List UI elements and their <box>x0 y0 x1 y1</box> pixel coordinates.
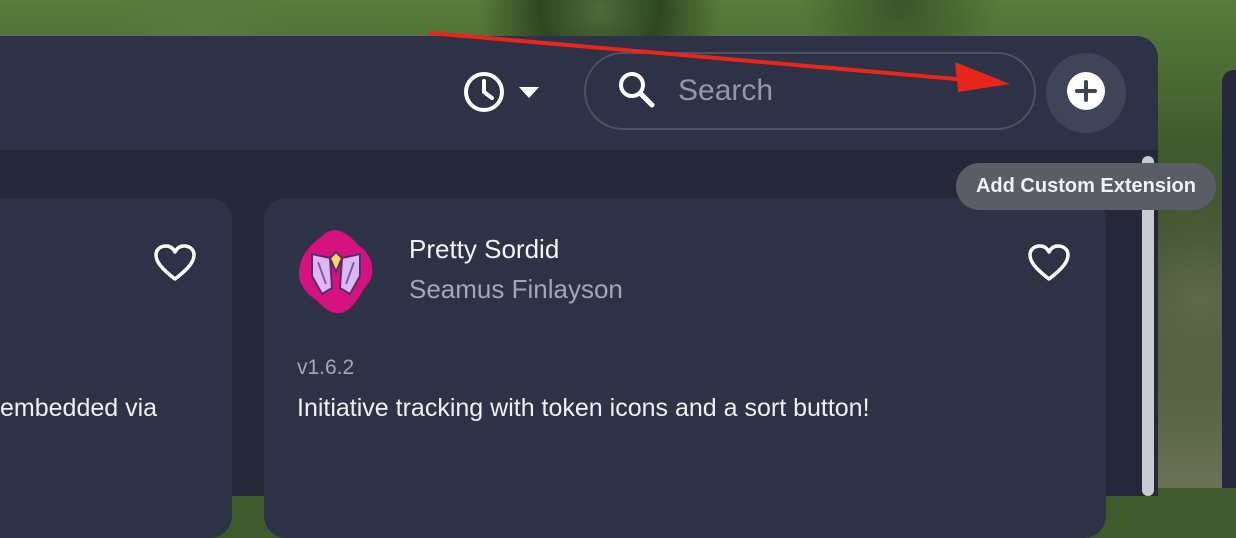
chevron-down-icon <box>518 85 540 104</box>
add-extension-tooltip: Add Custom Extension <box>956 163 1216 210</box>
favorite-heart-icon[interactable] <box>1028 244 1070 287</box>
extension-version: v1.6.2 <box>297 356 355 379</box>
extensions-panel: embedded via Pretty Sordid Seamus Finlay… <box>0 36 1158 538</box>
extension-title: Pretty Sordid <box>409 234 560 264</box>
extension-card[interactable]: Pretty Sordid Seamus Finlayson v1.6.2 In… <box>264 198 1106 538</box>
search-input[interactable] <box>676 73 1010 109</box>
add-custom-extension-button[interactable] <box>1046 53 1126 133</box>
extension-description: Initiative tracking with token icons and… <box>297 394 870 422</box>
pretty-sordid-logo-icon <box>296 228 376 314</box>
history-dropdown-button[interactable] <box>462 70 554 118</box>
clock-icon <box>462 70 506 119</box>
panel-header <box>0 36 1158 150</box>
plus-circle-icon <box>1066 71 1106 116</box>
extension-card[interactable]: embedded via <box>0 198 232 538</box>
extension-author: Seamus Finlayson <box>409 274 623 304</box>
extension-description: embedded via <box>0 394 158 422</box>
search-field[interactable] <box>584 52 1036 130</box>
adjacent-panel-edge <box>1222 70 1236 488</box>
search-icon <box>616 69 656 114</box>
favorite-heart-icon[interactable] <box>154 244 196 287</box>
